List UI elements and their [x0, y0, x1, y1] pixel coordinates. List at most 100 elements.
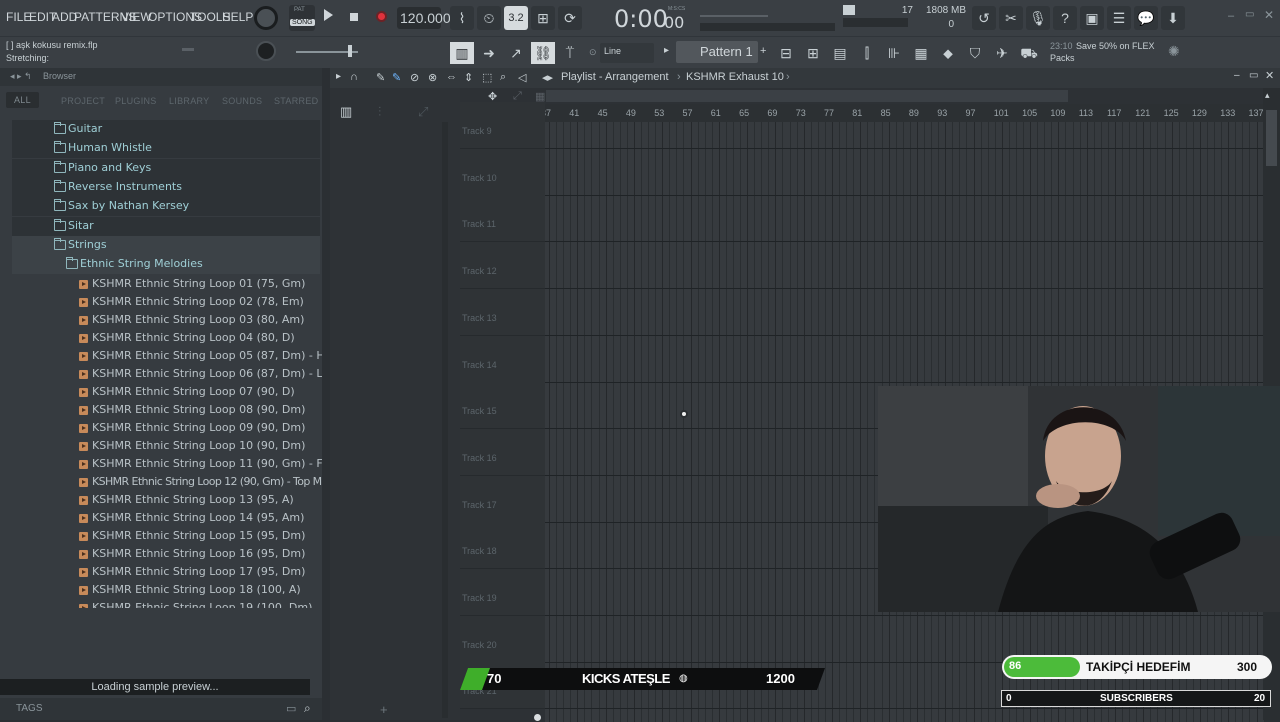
tab-library[interactable]: LIBRARY	[169, 96, 209, 106]
window-min-icon[interactable]: –	[1234, 70, 1240, 81]
slice-tool-icon[interactable]: ⇕	[464, 71, 473, 84]
window-max-icon[interactable]: ▭	[1249, 70, 1258, 81]
draw-tool-icon[interactable]: ✎	[376, 71, 385, 84]
browser-sample-item[interactable]: KSHMR Ethnic String Loop 16 (95, Dm)	[0, 545, 322, 564]
snap-button[interactable]: 3.2	[504, 6, 528, 30]
browser-folder[interactable]: Sax by Nathan Kersey	[12, 197, 320, 217]
globe-icon[interactable]: ✺	[1168, 43, 1180, 60]
channel-rack-icon[interactable]: ▤	[828, 42, 852, 64]
browser-sample-item[interactable]: KSHMR Ethnic String Loop 02 (78, Em)	[0, 293, 322, 312]
snap-mode-select[interactable]: Line	[600, 43, 654, 63]
automation-picker-icon[interactable]: ⤢	[418, 104, 428, 120]
step-edit-icon[interactable]: ⊞	[531, 6, 555, 30]
pencil-curve-icon[interactable]: ↗	[504, 42, 528, 64]
delete-tool-icon[interactable]: ⊘	[410, 71, 419, 84]
browser-sample-item[interactable]: KSHMR Ethnic String Loop 15 (95, Dm)	[0, 527, 322, 546]
pitch-knob[interactable]	[256, 41, 276, 61]
piano-icon[interactable]: ▥	[450, 42, 474, 64]
track-header[interactable]: Track 19	[460, 569, 545, 628]
pattern-picker-icon[interactable]: ▥	[340, 104, 352, 120]
track-header[interactable]: Track 11	[460, 195, 545, 255]
tab-plugins[interactable]: PLUGINS	[115, 96, 157, 106]
browser-sample-item[interactable]: KSHMR Ethnic String Loop 04 (80, D)	[0, 329, 322, 348]
browser-folder[interactable]: Ethnic String Melodies	[12, 255, 320, 275]
pattern-selector[interactable]: Pattern 1	[676, 41, 758, 63]
browser-options-icon[interactable]: ◂ ▸ ↰	[10, 71, 32, 82]
mixer-faders-icon[interactable]: ⫿	[855, 42, 879, 64]
link-icon[interactable]: ⛓	[531, 42, 555, 64]
track-header[interactable]: Track 15	[460, 382, 545, 442]
window-close-icon[interactable]: ✕	[1265, 69, 1274, 82]
browser-folder[interactable]: Reverse Instruments	[12, 177, 320, 197]
plane-icon[interactable]: ✈	[990, 42, 1014, 64]
chat-icon[interactable]: 💬	[1134, 6, 1158, 30]
loop-record-icon[interactable]: ⟳	[558, 6, 582, 30]
picker-scrollbar[interactable]	[442, 122, 448, 718]
undo-icon[interactable]: ↺	[972, 6, 996, 30]
add-pattern-icon[interactable]: +	[760, 45, 766, 57]
browser-sample-item[interactable]: KSHMR Ethnic String Loop 14 (95, Am)	[0, 509, 322, 528]
news-panel[interactable]: 23:10 Save 50% on FLEX Packs	[1048, 39, 1173, 65]
audio-picker-icon[interactable]: ⫶	[378, 104, 381, 120]
metronome-icon[interactable]: ⌇	[450, 6, 474, 30]
menu-file[interactable]: FILE	[6, 10, 31, 24]
mute-tool-icon[interactable]: ⊗	[428, 71, 437, 84]
timeline-ruler[interactable]: 37 41 45 49 53 57 61 65 69 73 77 81 85 89 93 97 101 105 10…	[541, 104, 1265, 122]
cart-icon[interactable]: ⛟	[1017, 42, 1041, 64]
browser-sample-item[interactable]: KSHMR Ethnic String Loop 06 (87, Dm) - L…	[0, 365, 322, 384]
tab-all[interactable]: ALL	[6, 92, 39, 108]
menu-help[interactable]: HELP	[222, 10, 253, 24]
scroll-up-icon[interactable]: ▴	[1265, 90, 1277, 104]
browser-folder[interactable]: Piano and Keys	[12, 158, 320, 178]
horizontal-scrollbar[interactable]	[546, 90, 1068, 102]
minimize-icon[interactable]: –	[1228, 10, 1234, 22]
add-track-icon[interactable]: +	[380, 702, 388, 717]
playlist-icon[interactable]: ⊟	[774, 42, 798, 64]
browser-sample-item[interactable]: KSHMR Ethnic String Loop 13 (95, A)	[0, 491, 322, 510]
slip-tool-icon[interactable]: ⇔	[446, 71, 457, 83]
browser-folder[interactable]: Human Whistle	[12, 139, 320, 159]
browser-sample-item[interactable]: KSHMR Ethnic String Loop 05 (87, Dm) - H…	[0, 347, 322, 366]
track-header[interactable]: Track 18	[460, 522, 545, 582]
browser-sample-item[interactable]: KSHMR Ethnic String Loop 11 (90, Gm) - F…	[0, 455, 322, 474]
maximize-icon[interactable]: ▭	[1245, 9, 1254, 20]
browser-sample-item[interactable]: KSHMR Ethnic String Loop 07 (90, D)	[0, 383, 322, 402]
mixer-icon[interactable]: ☰	[1107, 6, 1131, 30]
song-position-slider[interactable]	[700, 15, 768, 17]
master-pitch-handle[interactable]	[348, 45, 352, 57]
track-header[interactable]: Track 16	[460, 428, 545, 488]
plugin-picker-icon[interactable]: ⬥	[936, 42, 960, 64]
search-icon[interactable]: ⌕	[304, 701, 311, 716]
browser-folder[interactable]: Sitar	[12, 216, 320, 236]
magnet-icon[interactable]: ∩	[350, 71, 358, 83]
browser-sample-item[interactable]: KSHMR Ethnic String Loop 10 (90, Dm)	[0, 437, 322, 456]
pat-song-switch[interactable]: PAT SONG	[289, 5, 315, 31]
track-header[interactable]: Track 9	[460, 102, 545, 161]
arrangement-arrow-icon[interactable]: ◂▸	[542, 71, 553, 84]
tempo-display[interactable]: 120.000	[397, 7, 451, 29]
pattern-menu-icon[interactable]: ›	[786, 71, 790, 83]
browser-sample-item[interactable]: KSHMR Ethnic String Loop 09 (90, Dm)	[0, 419, 322, 438]
piano-roll-icon[interactable]: ⊞	[801, 42, 825, 64]
channel-settings-icon[interactable]: ⊪	[882, 42, 906, 64]
playlist-menu-icon[interactable]: ▸	[336, 71, 341, 82]
scroll-thumb[interactable]	[1266, 110, 1277, 166]
browser-sample-item[interactable]: KSHMR Ethnic String Loop 01 (75, Gm)	[0, 275, 322, 294]
track-header[interactable]: Track 12	[460, 242, 545, 302]
zoom-tool-icon[interactable]: ⌕	[500, 71, 506, 84]
tab-sounds[interactable]: SOUNDS	[222, 96, 262, 106]
track-header[interactable]: Track 10	[460, 148, 545, 208]
cut-tool-icon[interactable]: ✂	[999, 6, 1023, 30]
save-icon[interactable]: ▣	[1080, 6, 1104, 30]
browser-sample-item[interactable]: KSHMR Ethnic String Loop 08 (90, Dm)	[0, 401, 322, 420]
folder-icon[interactable]: ▭	[286, 702, 296, 715]
browser-sample-item[interactable]: KSHMR Ethnic String Loop 17 (95, Dm)	[0, 563, 322, 582]
touch-keyboard-icon[interactable]: ⛉	[963, 42, 987, 64]
pitch-slider[interactable]	[182, 48, 194, 51]
browser-sample-item[interactable]: KSHMR Ethnic String Loop 12 (90, Gm) - T…	[0, 473, 322, 492]
microphone-icon[interactable]: 🎙	[1026, 6, 1050, 30]
select-tool-icon[interactable]: ⬚	[482, 71, 492, 84]
track-header[interactable]: Track 20	[460, 615, 545, 675]
wait-record-icon[interactable]: ⏲	[477, 6, 501, 30]
browser-sample-item[interactable]: KSHMR Ethnic String Loop 18 (100, A)	[0, 581, 322, 600]
